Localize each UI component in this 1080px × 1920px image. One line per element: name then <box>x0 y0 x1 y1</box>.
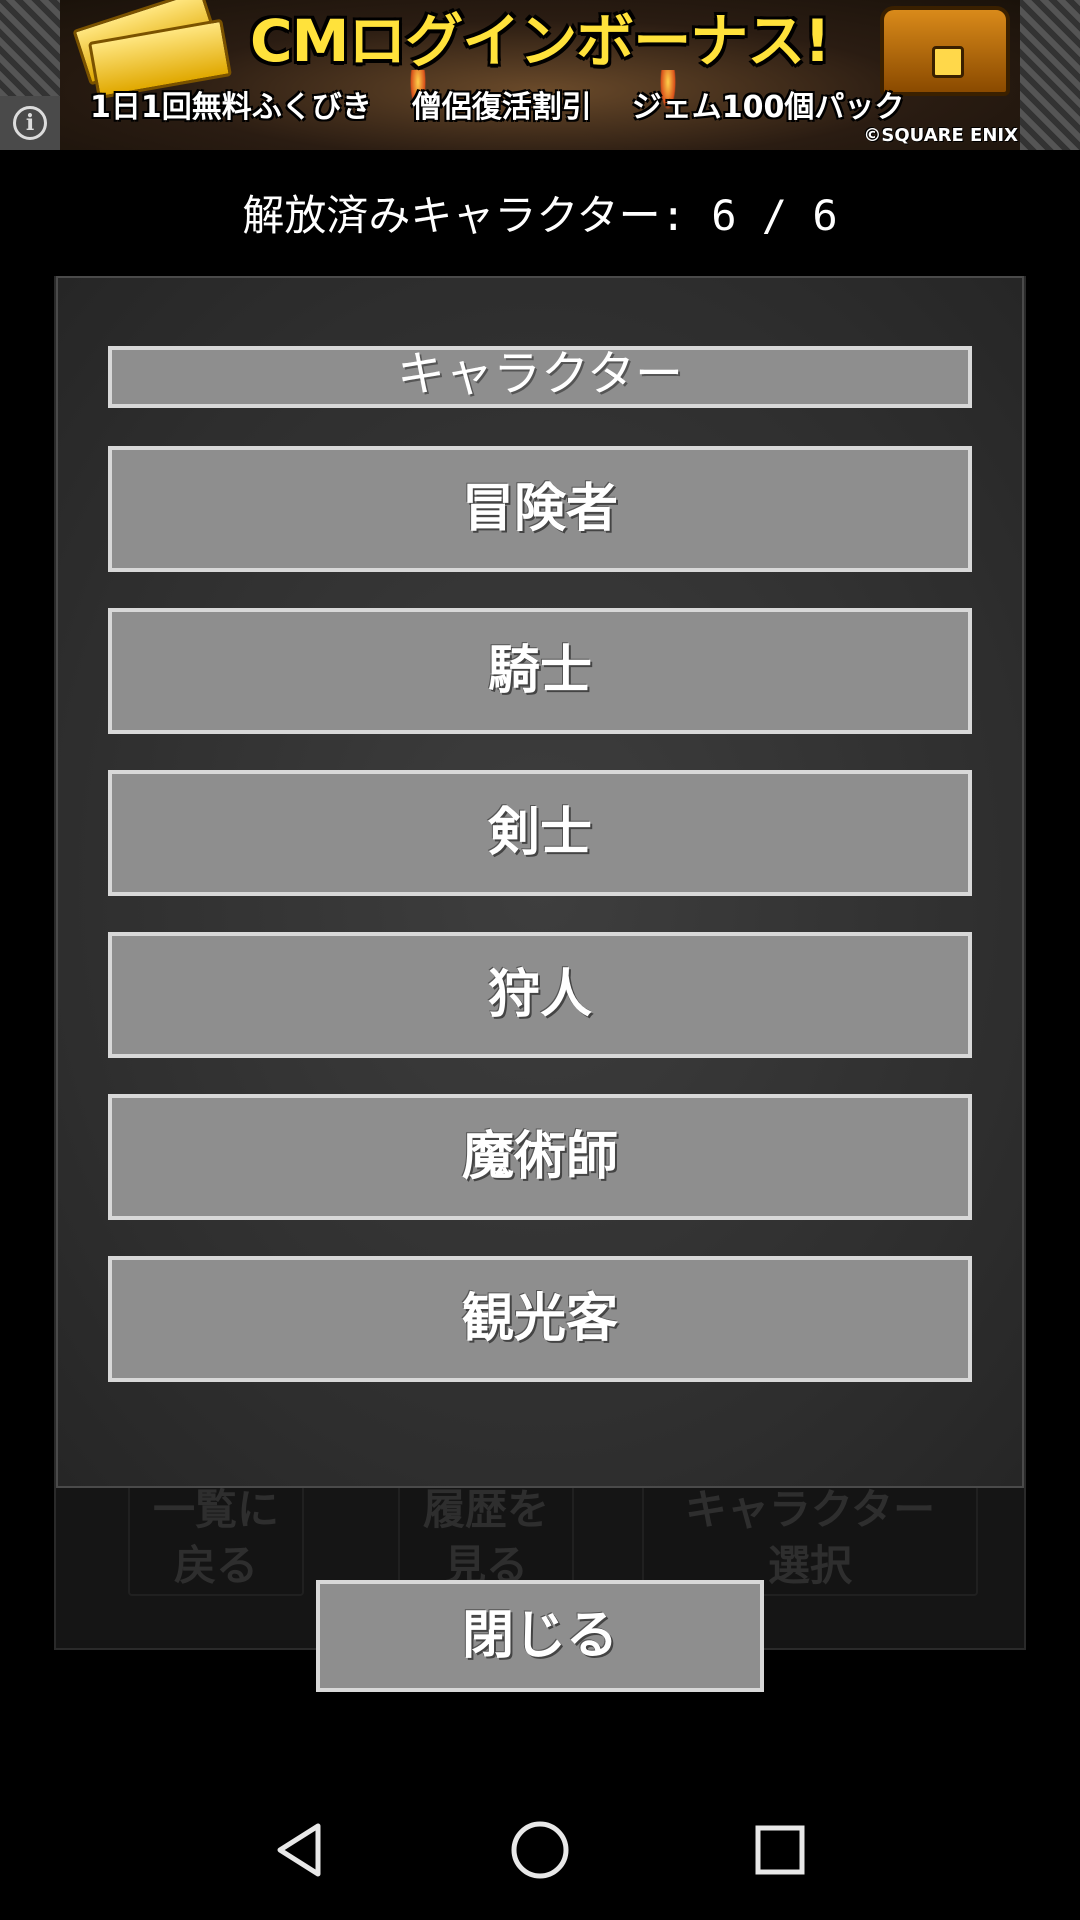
ad-side-pattern-right <box>1020 0 1080 150</box>
back-triangle-icon <box>277 1823 321 1877</box>
ad-title: CMログインボーナス! <box>250 7 831 75</box>
close-button[interactable]: 閉じる <box>316 1580 764 1692</box>
ad-side-pattern-left <box>0 0 60 96</box>
nav-back-button[interactable] <box>252 1802 348 1898</box>
character-button-swordsman[interactable]: 剣士 <box>108 770 972 896</box>
character-button-mage[interactable]: 魔術師 <box>108 1094 972 1220</box>
view-history-button: 履歴を 見る <box>398 1480 574 1596</box>
recent-square-icon <box>755 1825 805 1875</box>
ad-subtitle: 僧侶復活割引 <box>411 90 592 125</box>
ticket-icon <box>72 0 233 100</box>
back-to-list-button: 一覧に 戻る <box>128 1480 304 1596</box>
ad-image[interactable]: CMログインボーナス! 1日1回無料ふくびき 僧侶復活割引 ジェム100個パック… <box>60 0 1020 150</box>
system-nav-bar <box>0 1780 1080 1920</box>
character-button-adventurer[interactable]: 冒険者 <box>108 446 972 572</box>
character-button-knight[interactable]: 騎士 <box>108 608 972 734</box>
ad-banner[interactable]: i CMログインボーナス! 1日1回無料ふくびき 僧侶復活割引 ジェム100個パ… <box>0 0 1080 150</box>
button-label-line: 戻る <box>173 1541 258 1590</box>
home-circle-icon <box>511 1821 569 1879</box>
button-label-line: 一覧に <box>152 1485 279 1534</box>
nav-home-button[interactable] <box>492 1802 588 1898</box>
button-label-line: キャラクター <box>684 1485 936 1534</box>
character-button-hunter[interactable]: 狩人 <box>108 932 972 1058</box>
ad-info-button[interactable]: i <box>0 96 60 150</box>
ad-copyright: ©SQUARE ENIX <box>863 125 1018 146</box>
dialog-title: キャラクター <box>108 346 972 408</box>
character-select-button: キャラクター 選択 <box>642 1480 978 1596</box>
unlocked-count: 解放済みキャラクター: 6 / 6 <box>242 191 838 240</box>
ad-subtitle: 1日1回無料ふくびき <box>90 90 372 125</box>
button-label-line: 履歴を <box>422 1485 549 1534</box>
ad-subtitle: ジェム100個パック <box>631 90 905 125</box>
character-button-tourist[interactable]: 観光客 <box>108 1256 972 1382</box>
info-icon: i <box>13 106 47 140</box>
treasure-chest-icon <box>880 6 1010 96</box>
nav-recent-apps-button[interactable] <box>732 1802 828 1898</box>
